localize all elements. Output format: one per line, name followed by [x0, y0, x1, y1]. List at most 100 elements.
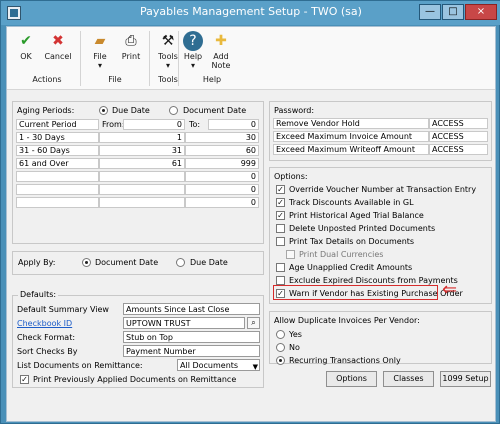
aging-document-date-radio[interactable] — [169, 106, 178, 115]
aging-period-to[interactable]: 0 — [185, 171, 259, 182]
password-row-value[interactable]: ACCESS — [429, 131, 488, 142]
close-button[interactable]: × — [465, 4, 497, 20]
options-panel: Options: ✓ Override Voucher Number at Tr… — [269, 167, 492, 304]
ribbon-separator — [178, 31, 179, 86]
ribbon-separator — [80, 31, 81, 86]
file-menu-button[interactable]: ▰ File ▾ — [86, 31, 114, 70]
aging-period-from[interactable] — [99, 171, 185, 182]
options-button[interactable]: Options — [326, 371, 377, 387]
classes-button[interactable]: Classes — [383, 371, 434, 387]
sort-checks-select[interactable]: Payment Number — [123, 345, 260, 357]
duplicates-yes-radio[interactable] — [276, 330, 285, 339]
summary-view-select[interactable]: Amounts Since Last Close — [123, 303, 260, 315]
minimize-button[interactable]: — — [419, 4, 441, 20]
red-arrow-icon: ⇐ — [442, 279, 458, 300]
defaults-panel: Defaults: Default Summary View Amounts S… — [12, 290, 264, 388]
aging-period-from[interactable] — [99, 197, 185, 208]
aging-period-name[interactable]: 31 - 60 Days — [16, 145, 99, 156]
password-row-value[interactable]: ACCESS — [429, 144, 488, 155]
password-row-value[interactable]: ACCESS — [429, 118, 488, 129]
aging-period-name[interactable]: Current Period — [16, 119, 99, 130]
aging-document-date-label: Document Date — [183, 106, 247, 115]
aging-period-to[interactable]: 0 — [185, 197, 259, 208]
cancel-button[interactable]: ✖ Cancel — [41, 31, 75, 61]
option-checkbox[interactable] — [276, 237, 285, 246]
aging-periods-panel: Aging Periods: Due Date Document Date Cu… — [12, 101, 264, 244]
duplicates-no-label: No — [289, 343, 300, 352]
note-icon: ✚ — [215, 33, 227, 49]
aging-period-from[interactable]: 0 — [123, 119, 185, 130]
help-menu-button[interactable]: ? Help ▾ — [181, 31, 205, 70]
duplicates-recurring-radio[interactable] — [276, 356, 285, 365]
tools-icon: ⚒ — [161, 33, 175, 49]
aging-period-to[interactable]: 30 — [185, 132, 259, 143]
option-label: Delete Unposted Printed Documents — [289, 224, 436, 233]
option-label: Age Unapplied Credit Amounts — [289, 263, 413, 272]
check-format-label: Check Format: — [17, 333, 76, 342]
remittance-list-label: List Documents on Remittance: — [17, 361, 143, 370]
ok-button[interactable]: ✔ OK — [14, 31, 38, 61]
aging-period-name[interactable]: 61 and Over — [16, 158, 99, 169]
option-checkbox[interactable] — [276, 263, 285, 272]
apply-by-label: Apply By: — [18, 258, 56, 267]
option-label: Print Dual Currencies — [299, 250, 384, 259]
option-checkbox[interactable]: ✓ — [276, 185, 285, 194]
aging-period-name[interactable]: 1 - 30 Days — [16, 132, 99, 143]
option-checkbox[interactable] — [276, 224, 285, 233]
chevron-down-icon: ▾ — [97, 61, 102, 70]
options-title: Options: — [274, 172, 308, 181]
duplicate-invoices-title: Allow Duplicate Invoices Per Vendor: — [274, 316, 420, 325]
chevron-down-icon: ▼ — [252, 363, 258, 371]
option-checkbox[interactable] — [286, 250, 295, 259]
aging-period-from[interactable]: 1 — [99, 132, 185, 143]
aging-period-from[interactable]: 31 — [99, 145, 185, 156]
maximize-button[interactable]: □ — [442, 4, 464, 20]
aging-period-to[interactable]: 0 — [208, 119, 259, 130]
window-client-area: ✔ OK ✖ Cancel Actions ▰ File ▾ ⎙ Print File ⚒… — [6, 26, 496, 422]
print-button[interactable]: ⎙ Print — [116, 31, 146, 61]
aging-period-to[interactable]: 60 — [185, 145, 259, 156]
duplicates-yes-label: Yes — [289, 330, 302, 339]
printer-icon: ⎙ — [125, 33, 137, 49]
duplicates-recurring-label: Recurring Transactions Only — [289, 356, 401, 365]
password-title: Password: — [274, 106, 315, 115]
option-checkbox[interactable]: ✓ — [276, 211, 285, 220]
password-panel: Password: Remove Vendor Hold ACCESS Exce… — [269, 101, 492, 161]
file-group-label: File — [108, 75, 122, 84]
password-row-label: Remove Vendor Hold — [273, 118, 429, 129]
apply-by-panel: Apply By: Document Date Due Date — [12, 251, 264, 275]
aging-due-date-radio[interactable] — [99, 106, 108, 115]
checkbook-id-link[interactable]: Checkbook ID — [17, 317, 72, 330]
lookup-icon[interactable]: ⌕ — [247, 317, 260, 329]
aging-period-from[interactable]: 61 — [99, 158, 185, 169]
duplicates-no-radio[interactable] — [276, 343, 285, 352]
cancel-icon: ✖ — [52, 33, 64, 49]
remittance-list-value: All Documents — [180, 361, 239, 370]
folder-icon: ▰ — [94, 33, 106, 49]
apply-by-document-date-radio[interactable] — [82, 258, 91, 267]
1099-setup-button[interactable]: 1099 Setup — [440, 371, 491, 387]
apply-by-due-date-label: Due Date — [190, 258, 228, 267]
print-previous-checkbox[interactable]: ✓ — [20, 375, 29, 384]
aging-period-from[interactable] — [99, 184, 185, 195]
option-checkbox[interactable]: ✓ — [276, 198, 285, 207]
aging-to-label: To: — [189, 120, 201, 129]
apply-by-due-date-radio[interactable] — [176, 258, 185, 267]
remittance-list-select[interactable]: All Documents ▼ — [177, 359, 260, 371]
title-bar[interactable]: Payables Management Setup - TWO (sa) — □… — [1, 1, 500, 25]
highlight-box — [273, 285, 438, 300]
aging-period-to[interactable]: 0 — [185, 184, 259, 195]
aging-period-to[interactable]: 999 — [185, 158, 259, 169]
checkbook-id-input[interactable]: UPTOWN TRUST — [123, 317, 245, 329]
add-note-button[interactable]: ✚ Add Note — [209, 31, 233, 70]
option-checkbox[interactable] — [276, 276, 285, 285]
help-group-label: Help — [202, 75, 222, 84]
chevron-down-icon: ▾ — [190, 61, 195, 70]
password-row-label: Exceed Maximum Invoice Amount — [273, 131, 429, 142]
option-label: Track Discounts Available in GL — [289, 198, 414, 207]
ribbon: ✔ OK ✖ Cancel Actions ▰ File ▾ ⎙ Print File ⚒… — [7, 27, 495, 90]
aging-period-name[interactable] — [16, 171, 99, 182]
aging-period-name[interactable] — [16, 197, 99, 208]
check-format-select[interactable]: Stub on Top — [123, 331, 260, 343]
aging-period-name[interactable] — [16, 184, 99, 195]
